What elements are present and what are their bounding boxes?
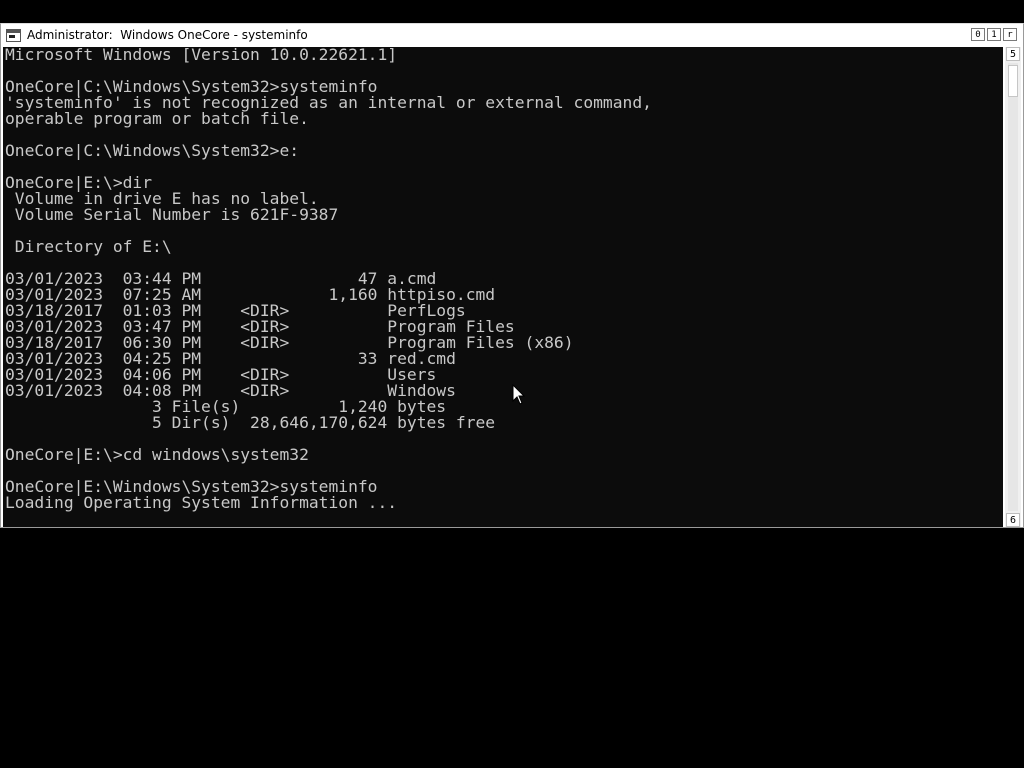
- console-line: 5 Dir(s) 28,646,170,624 bytes free: [5, 413, 496, 432]
- scroll-track[interactable]: [1008, 63, 1018, 511]
- close-button[interactable]: r: [1003, 28, 1017, 41]
- console-line: Directory of E:\: [5, 237, 172, 256]
- console-output[interactable]: Microsoft Windows [Version 10.0.22621.1]…: [3, 47, 1003, 527]
- console-line: operable program or batch file.: [5, 109, 309, 128]
- console-line: Loading Operating System Information ...: [5, 493, 398, 512]
- console-app-icon: [6, 28, 21, 42]
- scroll-up-button[interactable]: 5: [1006, 47, 1020, 61]
- mouse-pointer-icon: [512, 384, 526, 405]
- console-line: Volume Serial Number is 621F-9387: [5, 205, 339, 224]
- maximize-button[interactable]: 1: [987, 28, 1001, 41]
- scroll-down-button[interactable]: 6: [1006, 513, 1020, 527]
- window-title: Administrator: Windows OneCore - systemi…: [27, 28, 308, 42]
- console-line: OneCore|C:\Windows\System32>e:: [5, 141, 300, 160]
- title-bar[interactable]: Administrator: Windows OneCore - systemi…: [1, 24, 1023, 46]
- console-line: Microsoft Windows [Version 10.0.22621.1]: [5, 47, 398, 64]
- console-text: Microsoft Windows [Version 10.0.22621.1]…: [3, 47, 1003, 511]
- scroll-thumb[interactable]: [1008, 65, 1018, 97]
- window-controls: 0 1 r: [971, 28, 1017, 41]
- minimize-button[interactable]: 0: [971, 28, 985, 41]
- console-line: OneCore|E:\>cd windows\system32: [5, 445, 309, 464]
- console-window: Administrator: Windows OneCore - systemi…: [0, 23, 1024, 528]
- vertical-scrollbar[interactable]: 5 6: [1005, 47, 1021, 527]
